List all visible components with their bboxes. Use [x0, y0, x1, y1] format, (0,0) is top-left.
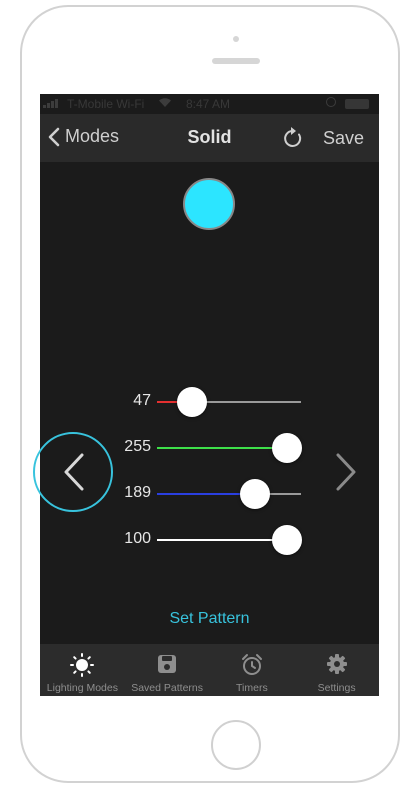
- blue-slider-track[interactable]: [157, 493, 301, 495]
- green-slider-fill: [157, 447, 287, 449]
- carrier-name: T-Mobile Wi-Fi: [67, 97, 145, 111]
- rotation-lock-icon: [326, 97, 336, 107]
- home-button[interactable]: [211, 720, 261, 770]
- status-time: 8:47 AM: [186, 97, 231, 111]
- red-slider-thumb[interactable]: [177, 387, 207, 417]
- red-value: 47: [133, 392, 151, 409]
- front-camera: [233, 36, 239, 42]
- color-preview: [183, 178, 235, 230]
- chevron-left-icon: [64, 453, 84, 491]
- tab-label: Saved Patterns: [131, 682, 204, 694]
- blue-value: 189: [124, 484, 151, 501]
- tab-bar: Lighting Modes Saved Patterns Timers Set…: [40, 644, 379, 696]
- status-bar: T-Mobile Wi-Fi 8:47 AM: [40, 94, 379, 114]
- brightness-slider[interactable]: 100: [40, 524, 379, 556]
- signal-icon: [43, 99, 58, 108]
- green-value: 255: [124, 438, 151, 455]
- tab-label: Settings: [317, 682, 356, 694]
- gear-icon: [326, 653, 348, 680]
- tab-label: Lighting Modes: [46, 682, 118, 694]
- tab-settings[interactable]: Settings: [294, 644, 379, 696]
- tab-lighting-modes[interactable]: Lighting Modes: [40, 644, 125, 696]
- navigation-bar: Modes Solid Save: [40, 114, 379, 162]
- save-button[interactable]: Save: [323, 128, 364, 149]
- green-slider-thumb[interactable]: [272, 433, 302, 463]
- earpiece-speaker: [212, 58, 260, 64]
- alarm-clock-icon: [240, 653, 264, 682]
- tab-saved-patterns[interactable]: Saved Patterns: [125, 644, 210, 696]
- wifi-icon: [158, 97, 172, 111]
- chevron-right-icon: [336, 453, 356, 491]
- refresh-icon[interactable]: [282, 126, 304, 155]
- sun-icon: [70, 653, 95, 682]
- tab-label: Timers: [236, 682, 268, 694]
- red-slider[interactable]: 47: [40, 386, 379, 418]
- app-screen: T-Mobile Wi-Fi 8:47 AM Modes Solid Save …: [40, 94, 379, 696]
- set-pattern-button[interactable]: Set Pattern: [40, 610, 379, 628]
- tab-timers[interactable]: Timers: [210, 644, 295, 696]
- battery-icon: [345, 99, 369, 109]
- brightness-slider-fill: [157, 539, 287, 541]
- previous-mode-button[interactable]: [33, 432, 113, 512]
- brightness-slider-thumb[interactable]: [272, 525, 302, 555]
- next-mode-button[interactable]: [334, 452, 358, 497]
- brightness-value: 100: [124, 530, 151, 547]
- blue-slider-thumb[interactable]: [240, 479, 270, 509]
- save-icon: [157, 653, 177, 680]
